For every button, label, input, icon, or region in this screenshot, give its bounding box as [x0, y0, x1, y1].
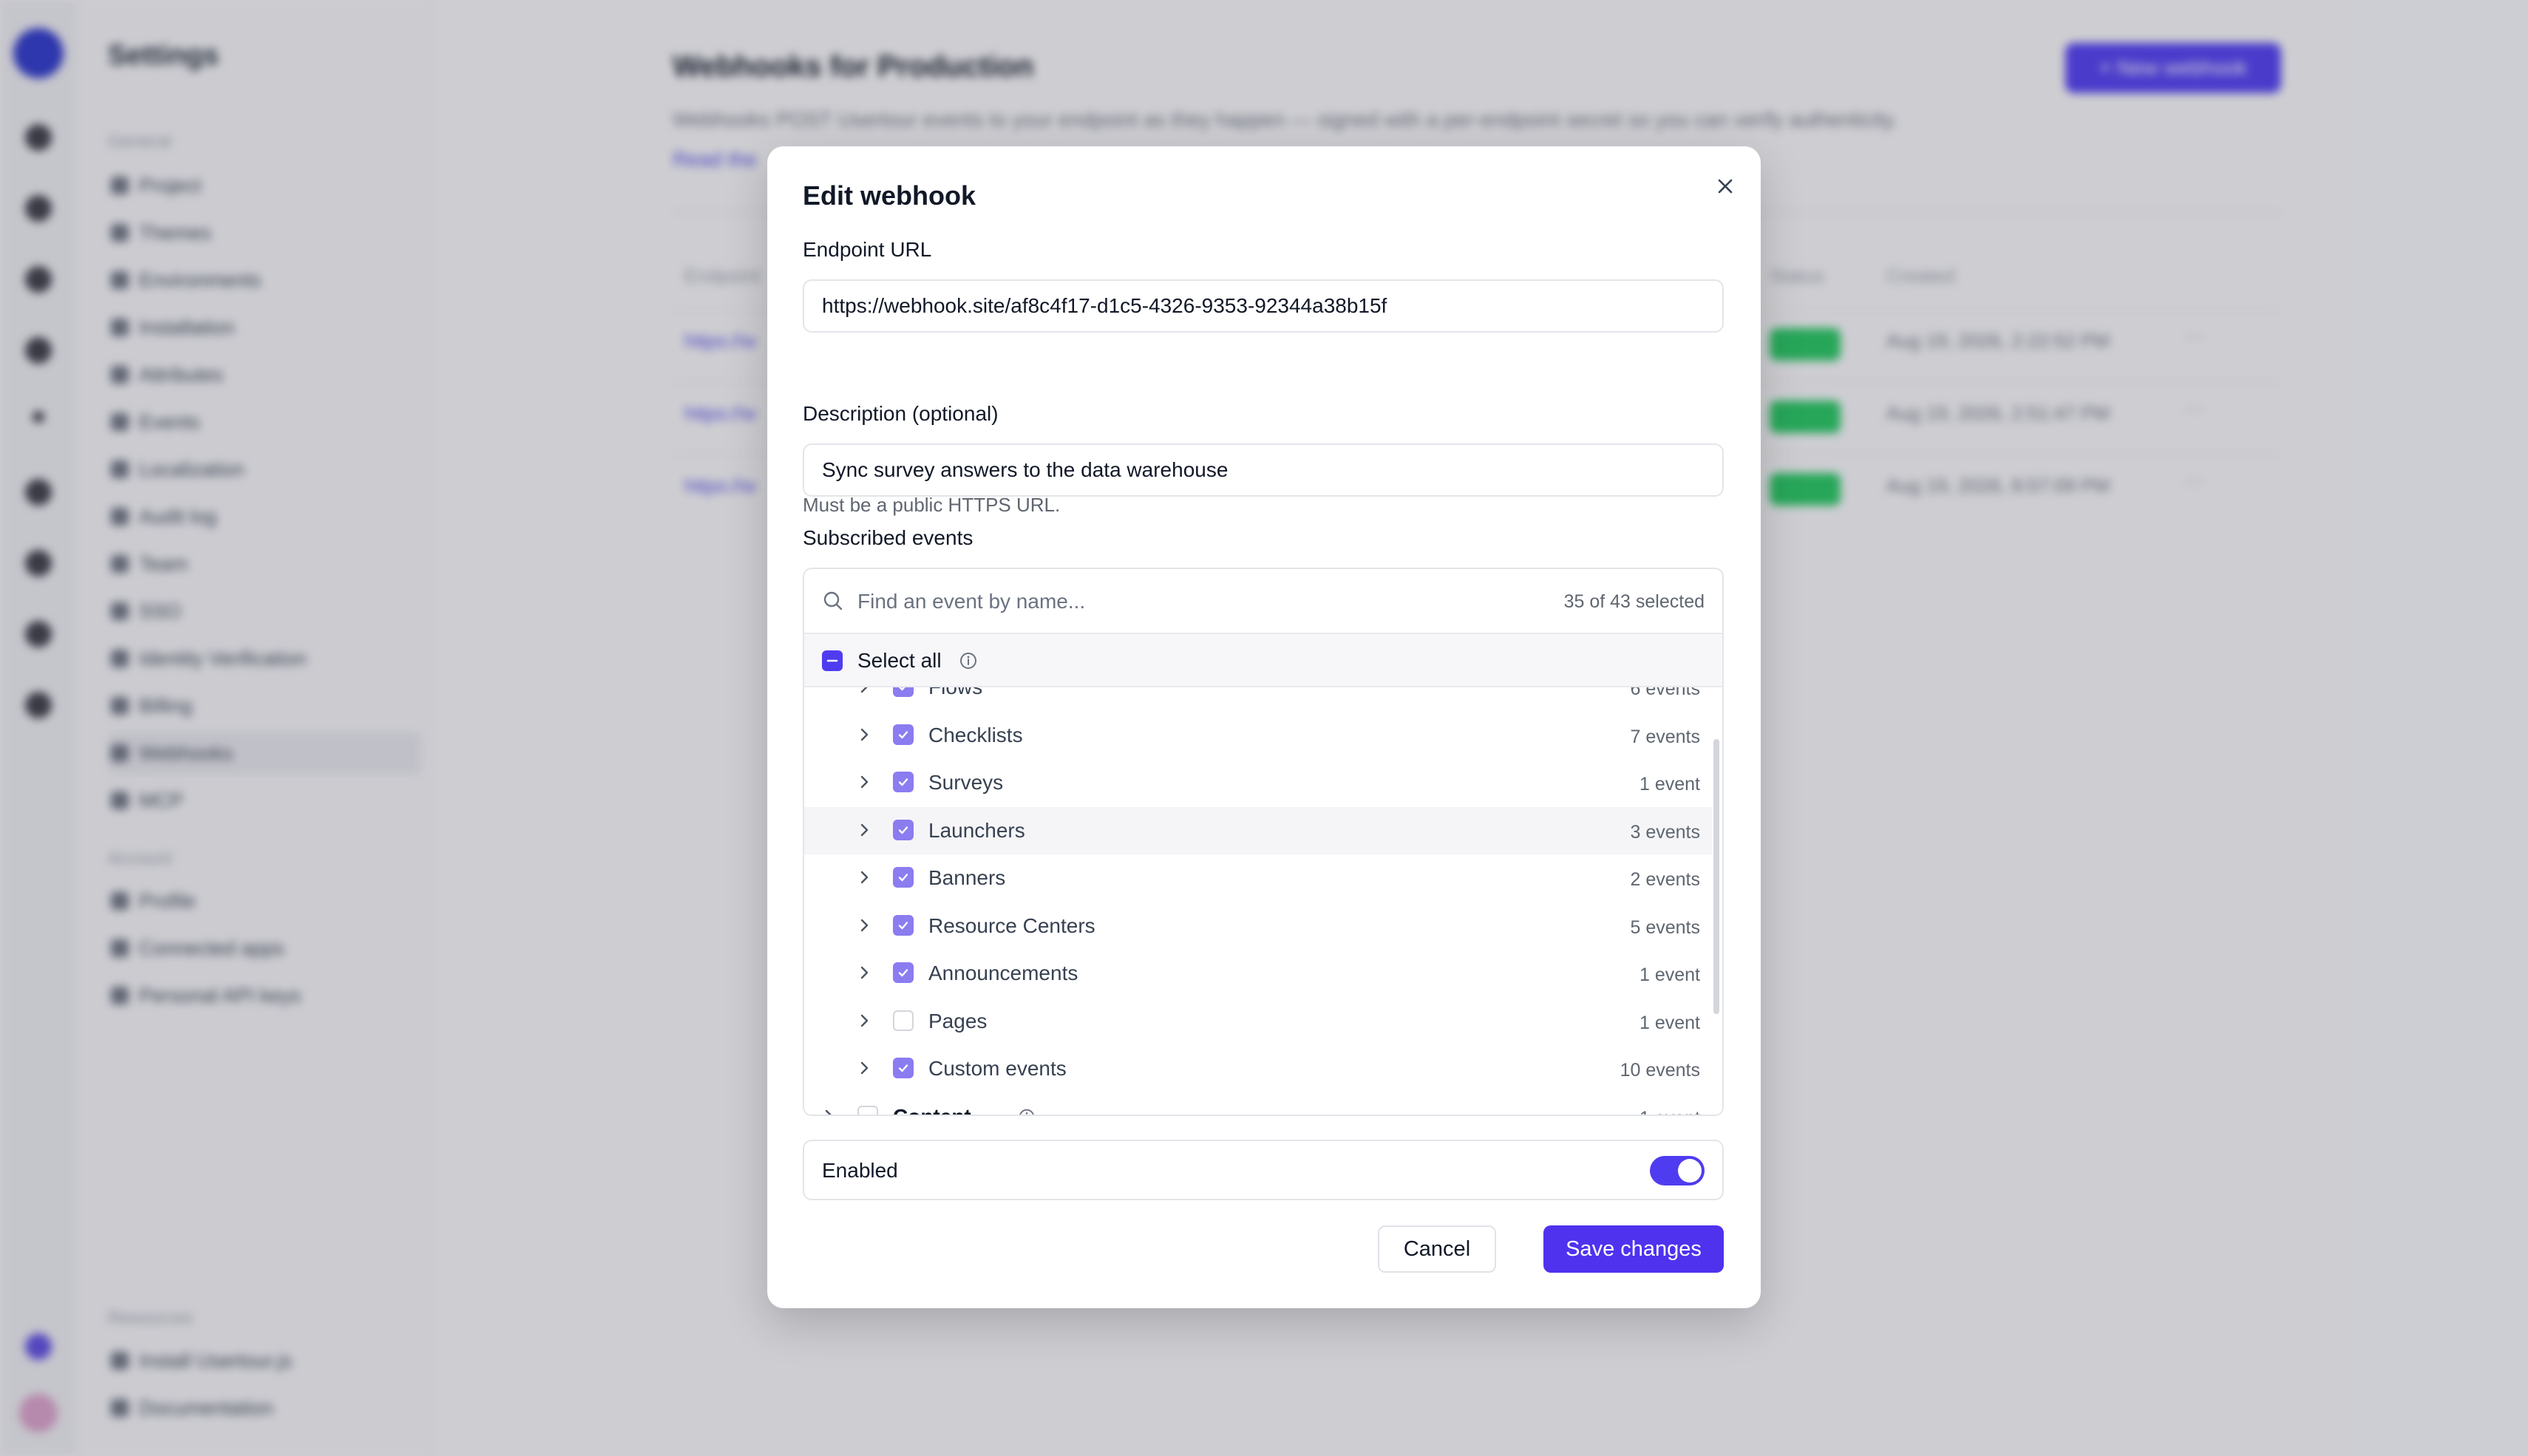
expand-button[interactable]: [854, 1058, 874, 1081]
event-list-scrollbar[interactable]: [1713, 739, 1719, 1014]
event-group-checkbox[interactable]: [893, 914, 914, 936]
info-icon[interactable]: [1017, 1107, 1036, 1117]
event-group-name: Checklists: [928, 723, 1023, 746]
event-group-count: 1 event: [1639, 1012, 1700, 1033]
event-group-name: Content: [893, 1104, 971, 1116]
expand-button[interactable]: [854, 687, 874, 700]
event-group-row[interactable]: Launchers 3 events: [804, 806, 1712, 854]
toggle-knob: [1678, 1159, 1702, 1183]
select-all-checkbox[interactable]: [822, 650, 843, 671]
chevron-right-icon: [860, 966, 869, 979]
enabled-toggle[interactable]: [1650, 1156, 1705, 1185]
endpoint-url-label: Endpoint URL: [803, 238, 932, 261]
check-icon: [898, 826, 908, 834]
event-group-count: 2 events: [1630, 869, 1700, 890]
expand-button[interactable]: [854, 725, 874, 748]
info-icon[interactable]: [958, 650, 979, 671]
event-group-name: Pages: [928, 1009, 988, 1033]
check-icon: [898, 921, 908, 929]
event-group-row[interactable]: Banners 2 events: [804, 854, 1712, 902]
event-group-count: 3 events: [1630, 821, 1700, 843]
event-group-count: 5 events: [1630, 916, 1700, 938]
event-group-checkbox[interactable]: [893, 1010, 914, 1031]
select-all-row[interactable]: Select all: [804, 634, 1722, 687]
event-group-row[interactable]: Pages 1 event: [804, 998, 1712, 1045]
check-icon: [898, 687, 905, 691]
endpoint-url-input[interactable]: [803, 279, 1724, 333]
cancel-button[interactable]: Cancel: [1378, 1225, 1496, 1273]
event-group-checkbox[interactable]: [857, 1105, 878, 1115]
event-group-checkbox[interactable]: [893, 867, 914, 888]
event-group-name: Launchers: [928, 818, 1025, 842]
event-group-name: Resource Centers: [928, 914, 1095, 937]
event-group-checkbox[interactable]: [893, 687, 914, 697]
event-group-checkbox[interactable]: [893, 1058, 914, 1078]
chevron-right-icon: [860, 919, 869, 931]
enabled-label: Enabled: [822, 1159, 898, 1182]
event-group-count: 10 events: [1620, 1060, 1700, 1081]
event-group-row[interactable]: Content 1 event: [804, 1093, 1712, 1117]
event-group-checkbox[interactable]: [893, 772, 914, 792]
events-picker: 35 of 43 selected Select all Flows 6 even…: [803, 568, 1724, 1116]
event-group-row[interactable]: Custom events 10 events: [804, 1045, 1712, 1092]
chevron-right-icon: [825, 1109, 832, 1115]
close-icon: [1718, 179, 1733, 194]
edit-webhook-dialog: Edit webhook Endpoint URL Must be a publ…: [767, 146, 1761, 1308]
event-group-name: Custom events: [928, 1057, 1067, 1080]
chevron-right-icon: [860, 1014, 869, 1027]
event-group-row[interactable]: Announcements 1 event: [804, 950, 1712, 997]
expand-button[interactable]: [854, 820, 874, 843]
expand-button[interactable]: [854, 916, 874, 939]
chevron-right-icon: [860, 687, 868, 693]
description-input[interactable]: [803, 443, 1724, 497]
event-group-name: Banners: [928, 866, 1006, 889]
indeterminate-icon: [826, 659, 838, 662]
event-group-count: 1 event: [1639, 774, 1700, 795]
event-group-count: 6 events: [1630, 687, 1700, 699]
search-icon: [823, 591, 843, 610]
event-group-count: 1 event: [1639, 965, 1700, 985]
event-group-row[interactable]: Checklists 7 events: [804, 712, 1712, 759]
event-group-row[interactable]: Resource Centers 5 events: [804, 902, 1712, 950]
event-group-row[interactable]: Surveys 1 event: [804, 759, 1712, 806]
close-button[interactable]: [1708, 169, 1743, 204]
selected-count: 35 of 43 selected: [1563, 591, 1705, 612]
chevron-right-icon: [860, 775, 869, 789]
check-icon: [898, 778, 908, 786]
event-group-name: Surveys: [928, 771, 1004, 794]
event-group-checkbox[interactable]: [893, 819, 914, 840]
expand-button[interactable]: [854, 772, 874, 795]
check-icon: [898, 1064, 908, 1072]
enabled-row: Enabled: [803, 1140, 1724, 1200]
chevron-right-icon: [860, 823, 869, 836]
event-group-list: Flows 6 events Checklists 7 events Surveys 1 …: [804, 687, 1722, 1117]
check-icon: [898, 730, 908, 738]
event-group-name: Flows: [928, 687, 982, 699]
save-changes-button[interactable]: Save changes: [1543, 1225, 1724, 1273]
dialog-title: Edit webhook: [803, 180, 976, 211]
event-group-count: 7 events: [1630, 726, 1700, 747]
event-group-name: Announcements: [928, 962, 1078, 984]
event-search-bar: 35 of 43 selected: [804, 569, 1722, 634]
event-group-count: 1 event: [1640, 1108, 1700, 1115]
expand-button[interactable]: [854, 1011, 874, 1034]
event-group-row[interactable]: Flows 6 events: [804, 687, 1712, 711]
chevron-right-icon: [860, 728, 869, 741]
subscribed-events-label: Subscribed events: [803, 526, 974, 549]
chevron-right-icon: [860, 1061, 869, 1075]
select-all-label: Select all: [857, 649, 942, 672]
event-group-checkbox[interactable]: [893, 962, 914, 983]
expand-button[interactable]: [854, 963, 874, 986]
expand-button[interactable]: [819, 1106, 838, 1115]
chevron-right-icon: [860, 871, 869, 884]
check-icon: [898, 969, 908, 977]
endpoint-url-help: Must be a public HTTPS URL.: [803, 494, 1061, 516]
expand-button[interactable]: [854, 868, 874, 891]
event-group-checkbox[interactable]: [893, 724, 914, 745]
description-label: Description (optional): [803, 402, 999, 425]
check-icon: [898, 874, 908, 882]
event-search-input[interactable]: [856, 581, 1495, 622]
